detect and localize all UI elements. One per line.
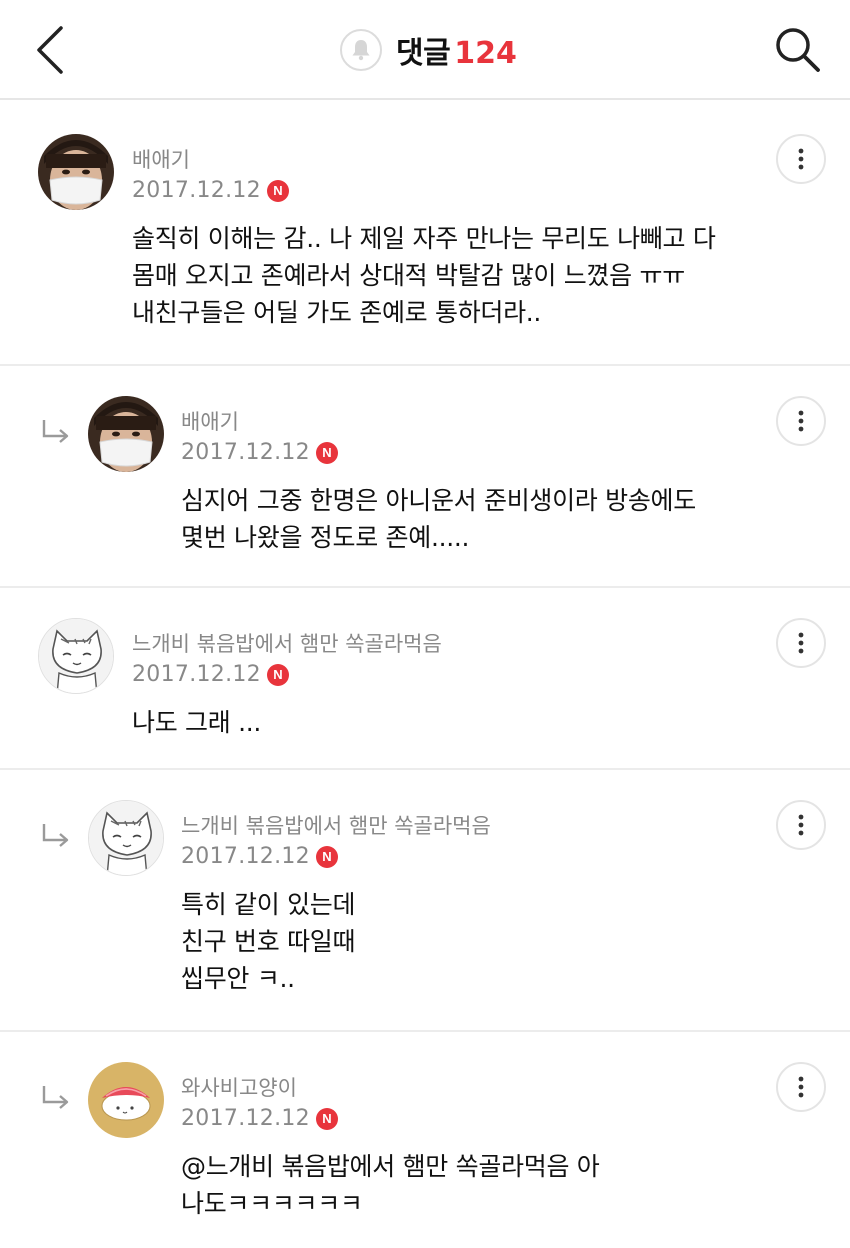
comment-line: 솔직히 이해는 감.. 나 제일 자주 만나는 무리도 나빼고 다 [132, 224, 716, 253]
comment-author[interactable]: 배애기 [181, 406, 239, 436]
comment-meta: 2017.12.12 N [181, 1106, 338, 1131]
comment-count: 124 [454, 36, 517, 71]
comment-author[interactable]: 느개비 볶음밥에서 햄만 쏙골라먹음 [181, 810, 491, 840]
search-icon [776, 28, 820, 72]
header-title-group: 댓글 124 [340, 28, 517, 72]
comment-line: 몸매 오지고 존예라서 상대적 박탈감 많이 느꼈음 ㅠㅠ [132, 261, 685, 290]
avatar[interactable] [88, 396, 164, 472]
new-badge: N [315, 845, 338, 868]
avatar[interactable] [38, 618, 114, 694]
comment-body: @느개비 볶음밥에서 햄만 쏙골라먹음 아 나도ㅋㅋㅋㅋㅋㅋ [181, 1148, 600, 1222]
comment-line: 나도 그래 ... [132, 708, 262, 737]
comment-line: 심지어 그중 한명은 아니운서 준비생이라 방송에도 [181, 486, 696, 515]
new-badge: N [266, 179, 289, 202]
reply-arrow-icon [42, 1086, 69, 1109]
page-title-label: 댓글 [396, 36, 451, 71]
comment-body: 심지어 그중 한명은 아니운서 준비생이라 방송에도 몇번 나왔을 정도로 존예… [181, 482, 696, 556]
comment-author[interactable]: 와사비고양이 [181, 1072, 297, 1102]
comment-date: 2017.12.12 [181, 1106, 310, 1131]
comment-body: 솔직히 이해는 감.. 나 제일 자주 만나는 무리도 나빼고 다 몸매 오지고… [132, 220, 716, 331]
more-vertical-icon [798, 1076, 804, 1098]
avatar[interactable] [38, 134, 114, 210]
more-vertical-icon [798, 148, 804, 170]
new-badge: N [266, 663, 289, 686]
comment-item: 배애기 2017.12.12 N 솔직히 이해는 감.. 나 제일 자주 만나는… [0, 102, 850, 366]
comment-item: 느개비 볶음밥에서 햄만 쏙골라먹음 2017.12.12 N 나도 그래 ..… [0, 588, 850, 770]
reply-item: 배애기 2017.12.12 N 심지어 그중 한명은 아니운서 준비생이라 방… [0, 366, 850, 588]
bell-icon [352, 40, 370, 61]
avatar[interactable] [88, 1062, 164, 1138]
comment-body: 특히 같이 있는데 친구 번호 따일때 씹무안 ㅋ.. [181, 886, 356, 997]
chevron-left-icon [37, 26, 63, 74]
comment-line: 특히 같이 있는데 [181, 890, 356, 919]
reply-item: 와사비고양이 2017.12.12 N @느개비 볶음밥에서 햄만 쏙골라먹음 … [0, 1032, 850, 1248]
page-title: 댓글 124 [396, 28, 517, 72]
comment-line: 몇번 나왔을 정도로 존예..... [181, 523, 470, 552]
back-button[interactable] [28, 22, 72, 78]
more-vertical-icon [798, 410, 804, 432]
search-button[interactable] [770, 22, 826, 78]
more-options-button[interactable] [776, 1062, 826, 1112]
comment-meta: 2017.12.12 N [132, 178, 289, 203]
comment-line: 나도ㅋㅋㅋㅋㅋㅋ [181, 1189, 363, 1218]
bell-button[interactable] [340, 29, 382, 71]
new-badge: N [315, 1107, 338, 1130]
reply-arrow-icon [42, 420, 69, 443]
comment-meta: 2017.12.12 N [181, 440, 338, 465]
more-options-button[interactable] [776, 134, 826, 184]
more-vertical-icon [798, 814, 804, 836]
reply-item: 느개비 볶음밥에서 햄만 쏙골라먹음 2017.12.12 N 특히 같이 있는… [0, 770, 850, 1032]
comment-author[interactable]: 배애기 [132, 144, 190, 174]
comment-author[interactable]: 느개비 볶음밥에서 햄만 쏙골라먹음 [132, 628, 442, 658]
more-options-button[interactable] [776, 396, 826, 446]
comment-line: 내친구들은 어딜 가도 존예로 통하더라.. [132, 298, 542, 327]
avatar[interactable] [88, 800, 164, 876]
comment-date: 2017.12.12 [132, 662, 261, 687]
comment-meta: 2017.12.12 N [132, 662, 289, 687]
comment-date: 2017.12.12 [181, 440, 310, 465]
comment-meta: 2017.12.12 N [181, 844, 338, 869]
comment-line: 친구 번호 따일때 [181, 927, 356, 956]
top-bar: 댓글 124 [0, 0, 850, 100]
comment-body: 나도 그래 ... [132, 704, 261, 741]
comment-date: 2017.12.12 [181, 844, 310, 869]
comment-date: 2017.12.12 [132, 178, 261, 203]
comment-line: 씹무안 ㅋ.. [181, 964, 295, 993]
comment-line: @느개비 볶음밥에서 햄만 쏙골라먹음 아 [181, 1152, 600, 1181]
reply-arrow-icon [42, 824, 69, 847]
more-options-button[interactable] [776, 800, 826, 850]
new-badge: N [315, 441, 338, 464]
more-options-button[interactable] [776, 618, 826, 668]
more-vertical-icon [798, 632, 804, 654]
